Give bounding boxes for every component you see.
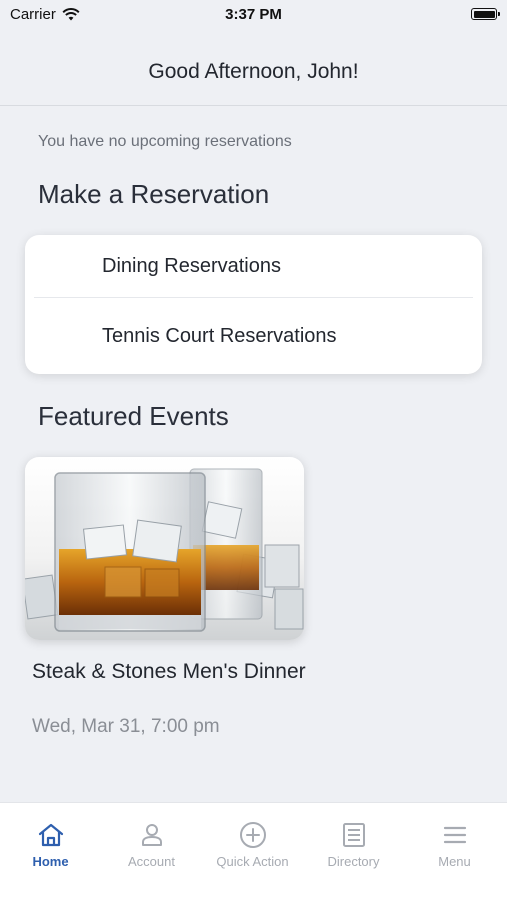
tab-account-label: Account — [128, 854, 175, 869]
event-card[interactable] — [25, 457, 304, 640]
header: Good Afternoon, John! — [0, 30, 507, 106]
tennis-court-reservations-label: Tennis Court Reservations — [102, 325, 337, 347]
tennis-court-reservations-button[interactable]: Tennis Court Reservations — [25, 305, 482, 367]
person-icon — [142, 824, 162, 846]
hamburger-icon — [443, 826, 467, 844]
plus-circle-icon — [240, 822, 266, 848]
tab-bar: Home Account Quick Action Directory Menu — [0, 802, 507, 900]
status-bar: Carrier 3:37 PM — [0, 0, 507, 30]
reservation-options-card: Dining Reservations Tennis Court Reserva… — [25, 235, 482, 374]
featured-events-heading: Featured Events — [38, 401, 229, 431]
event-title[interactable]: Steak & Stones Men's Dinner — [32, 658, 312, 685]
tab-menu-label: Menu — [438, 854, 471, 869]
tab-home[interactable]: Home — [0, 803, 101, 883]
home-icon — [38, 823, 64, 847]
event-date: Wed, Mar 31, 7:00 pm — [32, 716, 220, 737]
tab-account[interactable]: Account — [101, 803, 202, 883]
list-icon — [343, 823, 365, 847]
make-reservation-heading: Make a Reservation — [38, 179, 270, 209]
no-reservations-message: You have no upcoming reservations — [38, 133, 292, 150]
dining-reservations-label: Dining Reservations — [102, 255, 281, 277]
whiskey-glasses-image — [25, 468, 304, 632]
tab-home-label: Home — [32, 854, 69, 869]
battery-icon — [471, 8, 500, 20]
tab-directory[interactable]: Directory — [303, 803, 404, 883]
tab-quick-action-label: Quick Action — [216, 854, 289, 869]
tab-directory-label: Directory — [327, 854, 380, 869]
status-time: 3:37 PM — [225, 6, 282, 23]
divider — [34, 297, 473, 298]
tab-quick-action[interactable]: Quick Action — [202, 803, 303, 883]
greeting-title: Good Afternoon, John! — [148, 60, 359, 83]
dining-reservations-button[interactable]: Dining Reservations — [25, 235, 482, 297]
tab-menu[interactable]: Menu — [404, 803, 505, 883]
